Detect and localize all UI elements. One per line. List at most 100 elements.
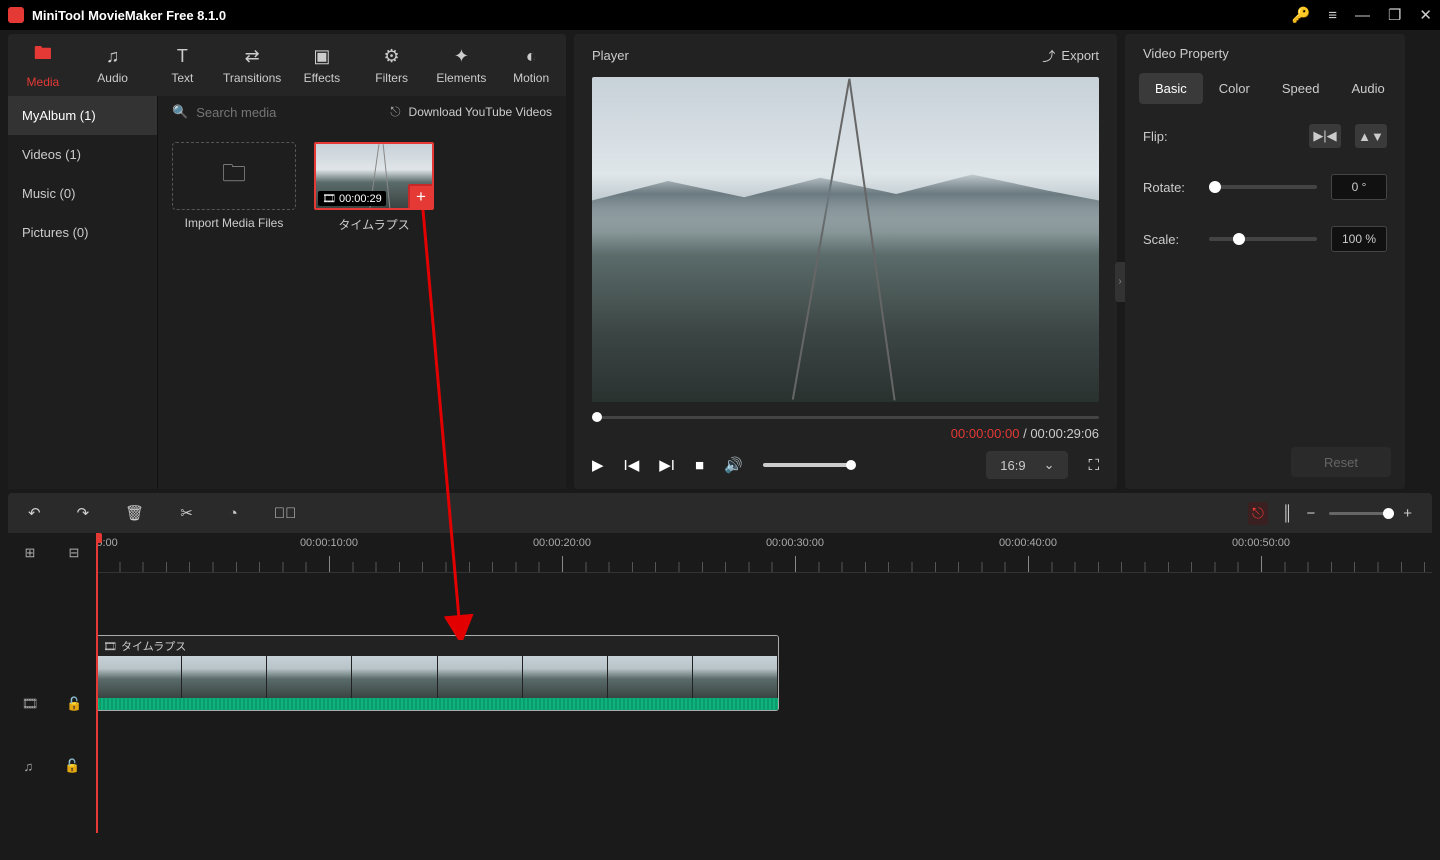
album-list: MyAlbum (1) Videos (1) Music (0) Picture… bbox=[8, 96, 158, 489]
prev-frame-button[interactable]: I◀ bbox=[624, 456, 640, 474]
audio-track-icon: ♫ bbox=[24, 759, 34, 774]
add-clip-button[interactable]: + bbox=[408, 184, 434, 210]
tab-media[interactable]: 🖿 Media bbox=[8, 34, 78, 96]
video-track[interactable]: 🎞タイムラプス bbox=[96, 635, 1432, 703]
player-progress[interactable] bbox=[592, 412, 1099, 422]
zoom-out-button[interactable]: − bbox=[1306, 505, 1315, 522]
marker-button[interactable]: ║ bbox=[1282, 505, 1293, 522]
add-track-button[interactable]: ⊞ bbox=[25, 545, 36, 561]
clip-duration: 00:00:29 bbox=[339, 193, 382, 205]
close-button[interactable]: ✕ bbox=[1419, 6, 1432, 24]
player-viewport bbox=[592, 77, 1099, 402]
delete-button[interactable]: 🗑 bbox=[125, 504, 144, 522]
flip-label: Flip: bbox=[1143, 129, 1195, 144]
search-input[interactable] bbox=[196, 105, 382, 120]
text-icon: T bbox=[177, 46, 188, 67]
rotate-slider[interactable] bbox=[1209, 185, 1317, 189]
rotate-label: Rotate: bbox=[1143, 180, 1195, 195]
tab-filters[interactable]: ⚙ Filters bbox=[357, 34, 427, 96]
stop-button[interactable]: ■ bbox=[695, 457, 704, 474]
import-media-button[interactable]: 🗀 bbox=[172, 142, 296, 210]
flip-vertical-button[interactable]: ▲▼ bbox=[1355, 124, 1387, 148]
timeline-clip[interactable]: 🎞タイムラプス bbox=[96, 635, 779, 711]
crop-button[interactable]: ✂⃞ bbox=[274, 505, 297, 522]
film-icon: 🎞 bbox=[322, 192, 336, 205]
split-button[interactable]: ✂ bbox=[180, 504, 193, 522]
play-button[interactable]: ▶ bbox=[592, 456, 604, 474]
export-button[interactable]: ⤴Export bbox=[1042, 46, 1099, 65]
folder-icon: 🖿 bbox=[34, 41, 52, 71]
scale-value[interactable]: 100 % bbox=[1331, 226, 1387, 252]
aspect-ratio-select[interactable]: 16:9⌄ bbox=[986, 451, 1068, 479]
ruler-label: 00:00:10:00 bbox=[300, 537, 358, 549]
timeline-tracks[interactable]: 00:00 00:00:10:00 00:00:20:00 00:00:30:0… bbox=[96, 533, 1432, 833]
timeline: ↶ ↷ 🗑 ✂ ◔ ✂⃞ ⎋ ║ − + ⊞ ⊟ 🎞 🔓 ♫ bbox=[0, 493, 1440, 856]
rotate-value[interactable]: 0 ° bbox=[1331, 174, 1387, 200]
redo-button[interactable]: ↷ bbox=[77, 504, 90, 522]
prop-tab-basic[interactable]: Basic bbox=[1139, 73, 1203, 104]
license-key-icon[interactable]: 🔑 bbox=[1292, 6, 1311, 24]
timeline-toolbar: ↶ ↷ 🗑 ✂ ◔ ✂⃞ ⎋ ║ − + bbox=[8, 493, 1432, 533]
fullscreen-button[interactable]: ⛶ bbox=[1088, 457, 1099, 474]
tab-text[interactable]: T Text bbox=[148, 34, 218, 96]
tab-elements[interactable]: ✦Elements bbox=[427, 34, 497, 96]
collapse-property-button[interactable]: › bbox=[1115, 262, 1125, 302]
download-youtube-link[interactable]: Download YouTube Videos bbox=[409, 105, 552, 119]
media-clip[interactable]: 🎞00:00:29 + タイムラプス bbox=[314, 142, 434, 233]
ruler-label: 00:00:50:00 bbox=[1232, 537, 1290, 549]
filters-icon: ⚙ bbox=[384, 46, 400, 67]
volume-icon[interactable]: 🔊 bbox=[724, 456, 743, 474]
minimize-button[interactable]: — bbox=[1355, 7, 1370, 24]
download-youtube-icon: ⎋ bbox=[390, 104, 400, 120]
collapse-tracks-button[interactable]: ⊟ bbox=[69, 545, 80, 561]
volume-slider[interactable] bbox=[763, 463, 851, 467]
tab-filters-label: Filters bbox=[375, 71, 408, 85]
maximize-button[interactable]: ❐ bbox=[1388, 6, 1401, 24]
tab-effects-label: Effects bbox=[304, 71, 340, 85]
prop-tab-audio[interactable]: Audio bbox=[1335, 73, 1400, 104]
speed-button[interactable]: ◔ bbox=[229, 505, 238, 522]
tab-effects[interactable]: ▣ Effects bbox=[287, 34, 357, 96]
tab-motion[interactable]: ◐Motion bbox=[496, 34, 566, 96]
media-panel: 🖿 Media ♫Audio T Text ⇄Transitions ▣ Effect… bbox=[8, 34, 566, 489]
lock-video-track-button[interactable]: 🔓 bbox=[66, 696, 82, 712]
tab-audio-label: Audio bbox=[97, 71, 128, 85]
album-item-videos[interactable]: Videos (1) bbox=[8, 135, 157, 174]
tab-media-label: Media bbox=[27, 75, 60, 89]
snap-button[interactable]: ⎋ bbox=[1248, 502, 1268, 525]
titlebar: MiniTool MovieMaker Free 8.1.0 🔑 ≡ — ❐ ✕ bbox=[0, 0, 1440, 30]
player-time: 00:00:00:00 / 00:00:29:06 bbox=[592, 426, 1099, 441]
tab-motion-label: Motion bbox=[513, 71, 549, 85]
lock-audio-track-button[interactable]: 🔓 bbox=[64, 758, 80, 774]
undo-button[interactable]: ↶ bbox=[28, 504, 41, 522]
tab-transitions-label: Transitions bbox=[223, 71, 281, 85]
ruler-label: 00:00:40:00 bbox=[999, 537, 1057, 549]
scale-slider[interactable] bbox=[1209, 237, 1317, 241]
video-track-icon: 🎞 bbox=[22, 696, 39, 712]
flip-horizontal-button[interactable]: ▶|◀ bbox=[1309, 124, 1341, 148]
playhead[interactable] bbox=[96, 533, 98, 833]
ruler-label: 00:00:20:00 bbox=[533, 537, 591, 549]
prop-tab-speed[interactable]: Speed bbox=[1266, 73, 1336, 104]
album-item-pictures[interactable]: Pictures (0) bbox=[8, 213, 157, 252]
zoom-in-button[interactable]: + bbox=[1403, 505, 1412, 522]
source-tabs: 🖿 Media ♫Audio T Text ⇄Transitions ▣ Effect… bbox=[8, 34, 566, 96]
tab-text-label: Text bbox=[171, 71, 193, 85]
tab-audio[interactable]: ♫Audio bbox=[78, 34, 148, 96]
export-icon: ⤴ bbox=[1042, 46, 1055, 65]
zoom-slider[interactable] bbox=[1329, 512, 1389, 515]
property-panel: › Video Property Basic Color Speed Audio… bbox=[1125, 34, 1405, 489]
reset-button[interactable]: Reset bbox=[1291, 447, 1391, 477]
menu-icon[interactable]: ≡ bbox=[1328, 7, 1337, 24]
tab-transitions[interactable]: ⇄Transitions bbox=[217, 34, 287, 96]
elements-icon: ✦ bbox=[454, 46, 469, 67]
clip-name: タイムラプス bbox=[314, 216, 434, 233]
next-frame-button[interactable]: ▶I bbox=[659, 456, 675, 474]
effects-icon: ▣ bbox=[313, 46, 330, 67]
player-panel: Player ⤴Export 00:00:00:00 / 00:00:29:06… bbox=[574, 34, 1117, 489]
album-item-music[interactable]: Music (0) bbox=[8, 174, 157, 213]
prop-tab-color[interactable]: Color bbox=[1203, 73, 1266, 104]
chevron-down-icon: ⌄ bbox=[1044, 457, 1055, 473]
album-item-myalbum[interactable]: MyAlbum (1) bbox=[8, 96, 157, 135]
timeline-ruler[interactable]: 00:00 00:00:10:00 00:00:20:00 00:00:30:0… bbox=[96, 533, 1432, 573]
